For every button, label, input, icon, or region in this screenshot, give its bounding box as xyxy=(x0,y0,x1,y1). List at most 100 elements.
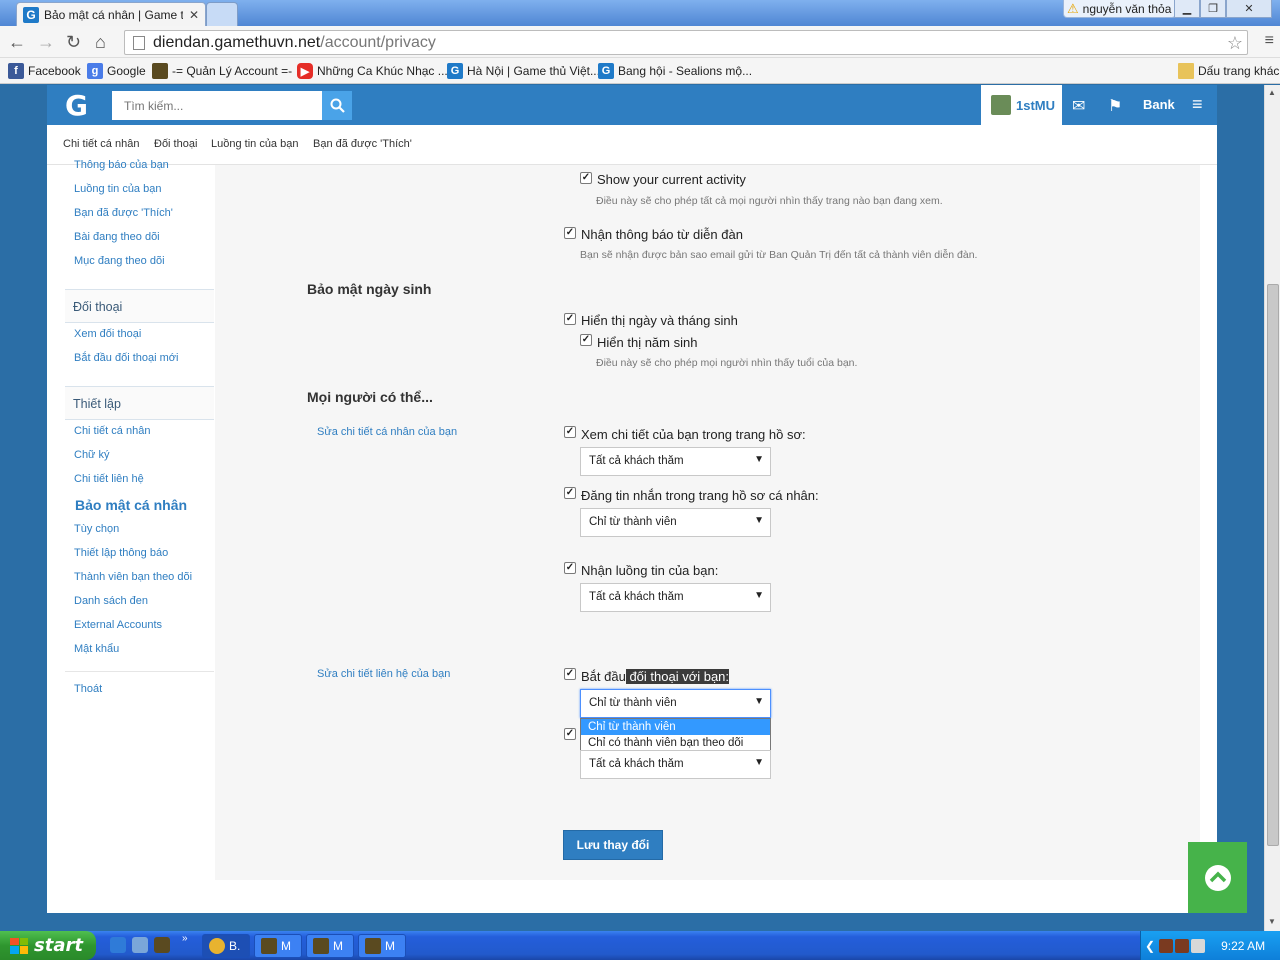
sidebar-heading-settings[interactable]: Thiết lập xyxy=(65,386,214,420)
back-arrow-icon[interactable]: ← xyxy=(8,32,26,53)
sidebar-item-contact-details[interactable]: Chi tiết liên hệ xyxy=(74,473,144,485)
taskbar-item-game-1[interactable]: M xyxy=(254,934,302,958)
sidebar-item-news-feed[interactable]: Luồng tin của bạn xyxy=(74,183,161,195)
chrome-menu-icon[interactable]: ≡ xyxy=(1265,32,1274,50)
sidebar-item-likes[interactable]: Bạn đã được 'Thích' xyxy=(74,207,173,219)
gamethu-icon: G xyxy=(598,63,614,79)
sidebar-heading-conversations[interactable]: Đối thoại xyxy=(65,289,214,323)
sidebar-item-alert-preferences[interactable]: Thiết lập thông báo xyxy=(74,547,168,559)
tray-game-icon[interactable] xyxy=(1175,938,1190,953)
subnav-personal-details[interactable]: Chi tiết cá nhân xyxy=(63,138,139,150)
dropdown-option-members[interactable]: Chỉ từ thành viên xyxy=(581,719,770,735)
sidebar-item-new-conversation[interactable]: Bắt đầu đối thoại mới xyxy=(74,352,178,364)
bookmark-facebook[interactable]: f Facebook xyxy=(8,63,81,79)
sidebar-item-following[interactable]: Thành viên bạn theo dõi xyxy=(74,571,192,583)
bookmark-hanoi[interactable]: G Hà Nội | Game thủ Việt... xyxy=(447,63,600,79)
site-favicon-icon: G xyxy=(23,6,39,23)
user-menu[interactable]: 1stMU xyxy=(981,85,1062,125)
close-window-icon[interactable]: ✕ xyxy=(1226,0,1272,18)
email-checkbox[interactable]: ✓ xyxy=(564,227,576,239)
envelope-icon[interactable]: ✉ xyxy=(1072,96,1085,116)
taskbar-item-game-3[interactable]: M xyxy=(358,934,406,958)
conversation-checkbox[interactable]: ✓ xyxy=(564,668,576,680)
sidebar-item-preferences[interactable]: Tùy chọn xyxy=(74,523,119,535)
forward-arrow-icon[interactable]: → xyxy=(37,32,55,53)
post-profile-checkbox[interactable]: ✓ xyxy=(564,487,576,499)
post-profile-select[interactable]: Chỉ từ thành viên ▼ xyxy=(580,508,771,537)
bank-link[interactable]: Bank xyxy=(1143,97,1175,112)
dropdown-option-followed[interactable]: Chỉ có thành viên bạn theo dõi xyxy=(581,735,770,751)
sidebar-item-external-accounts[interactable]: External Accounts xyxy=(74,619,162,631)
bookmark-google[interactable]: g Google xyxy=(87,63,146,79)
year-checkbox[interactable]: ✓ xyxy=(580,334,592,346)
dob-checkbox[interactable]: ✓ xyxy=(564,313,576,325)
sidebar-item-alerts[interactable]: Thông báo của bạn xyxy=(74,159,169,171)
view-profile-checkbox[interactable]: ✓ xyxy=(564,426,576,438)
sidebar-item-personal-details[interactable]: Chi tiết cá nhân xyxy=(74,425,150,437)
flag-icon[interactable]: ⚑ xyxy=(1108,96,1122,116)
restore-icon[interactable]: ❐ xyxy=(1200,0,1226,18)
scroll-to-top-button[interactable] xyxy=(1188,842,1247,913)
other-bookmarks[interactable]: Dấu trang khác xyxy=(1178,63,1279,79)
hamburger-menu-icon[interactable]: ≡ xyxy=(1192,94,1203,115)
minimize-icon[interactable]: ▁ xyxy=(1174,0,1200,18)
news-feed-select[interactable]: Tất cả khách thăm ▼ xyxy=(580,583,771,612)
subnav-likes[interactable]: Bạn đã được 'Thích' xyxy=(313,138,412,150)
conversation-select[interactable]: Chỉ từ thành viên ▼ xyxy=(580,689,771,718)
view-profile-select[interactable]: Tất cả khách thăm ▼ xyxy=(580,447,771,476)
more-quicklaunch-icon[interactable]: » xyxy=(182,933,188,944)
bookmark-music[interactable]: ▶ Những Ca Khúc Nhạc ... xyxy=(297,63,448,79)
tray-network-icon[interactable] xyxy=(1191,938,1206,953)
view-profile-label: Xem chi tiết của bạn trong trang hồ sơ: xyxy=(581,427,806,442)
sidebar-item-password[interactable]: Mật khẩu xyxy=(74,643,119,655)
address-bar[interactable]: diendan.gamethuvn.net/account/privacy ☆ xyxy=(124,30,1248,55)
scrollbar-thumb[interactable] xyxy=(1267,284,1279,846)
search-button[interactable] xyxy=(322,91,352,120)
site-logo[interactable]: G xyxy=(65,89,88,122)
clock[interactable]: 9:22 AM xyxy=(1221,939,1265,953)
bookmark-guild[interactable]: G Bang hội - Sealions mộ... xyxy=(598,63,752,79)
page-icon xyxy=(133,35,145,50)
bookmark-star-icon[interactable]: ☆ xyxy=(1227,33,1243,54)
sidebar-item-logout[interactable]: Thoát xyxy=(74,683,102,695)
sidebar-item-view-conversations[interactable]: Xem đối thoại xyxy=(74,328,141,340)
identity-checkbox[interactable]: ✓ xyxy=(564,728,576,740)
scroll-up-icon[interactable]: ▲ xyxy=(1268,88,1276,97)
chrome-icon xyxy=(209,938,225,954)
new-tab-button[interactable] xyxy=(206,2,238,26)
edit-personal-link[interactable]: Sửa chi tiết cá nhân của bạn xyxy=(317,426,457,438)
profile-chip[interactable]: ⚠ nguyễn văn thỏa xyxy=(1063,0,1176,18)
chevron-left-icon[interactable]: ❮ xyxy=(1145,939,1155,953)
home-icon[interactable]: ⌂ xyxy=(95,32,106,53)
sidebar-item-ignored[interactable]: Danh sách đen xyxy=(74,595,148,607)
page-scrollbar[interactable]: ▲ ▼ xyxy=(1264,85,1280,931)
save-button[interactable]: Lưu thay đổi xyxy=(563,830,663,860)
activity-label: Show your current activity xyxy=(597,172,746,187)
browser-tab-active[interactable]: G Bảo mật cá nhân | Game thủ ✕ xyxy=(16,2,206,26)
subnav-news-feed[interactable]: Luồng tin của bạn xyxy=(211,138,298,150)
taskbar-item-chrome[interactable]: B. xyxy=(202,934,250,958)
sidebar-item-watched-content[interactable]: Mục đang theo dõi xyxy=(74,255,165,267)
close-tab-icon[interactable]: ✕ xyxy=(189,8,199,22)
app-icon[interactable] xyxy=(132,937,148,953)
search-input[interactable] xyxy=(112,91,322,120)
tray-game-icon[interactable] xyxy=(1159,938,1174,953)
chevron-down-icon: ▼ xyxy=(754,515,764,526)
activity-checkbox[interactable]: ✓ xyxy=(580,172,592,184)
activity-hint: Điều này sẽ cho phép tất cả mọi người nh… xyxy=(596,195,943,207)
scroll-down-icon[interactable]: ▼ xyxy=(1268,917,1276,926)
bookmark-account[interactable]: -= Quản Lý Account =- xyxy=(152,63,292,79)
identity-select[interactable]: Tất cả khách thăm ▼ xyxy=(580,750,771,779)
subnav-conversations[interactable]: Đối thoại xyxy=(154,138,197,150)
browser-toolbar: ← → ↻ ⌂ diendan.gamethuvn.net/account/pr… xyxy=(0,26,1280,58)
reload-icon[interactable]: ↻ xyxy=(66,32,81,53)
news-feed-checkbox[interactable]: ✓ xyxy=(564,562,576,574)
sidebar-item-privacy-active[interactable]: Bảo mật cá nhân xyxy=(75,497,187,513)
start-button[interactable]: start xyxy=(0,931,96,960)
sidebar-item-watched-threads[interactable]: Bài đang theo dõi xyxy=(74,231,160,243)
sidebar-item-signature[interactable]: Chữ ký xyxy=(74,449,109,461)
edit-contact-link[interactable]: Sửa chi tiết liên hệ của bạn xyxy=(317,668,450,680)
game-icon[interactable] xyxy=(154,937,170,953)
taskbar-item-game-2[interactable]: M xyxy=(306,934,354,958)
ie-icon[interactable] xyxy=(110,937,126,953)
